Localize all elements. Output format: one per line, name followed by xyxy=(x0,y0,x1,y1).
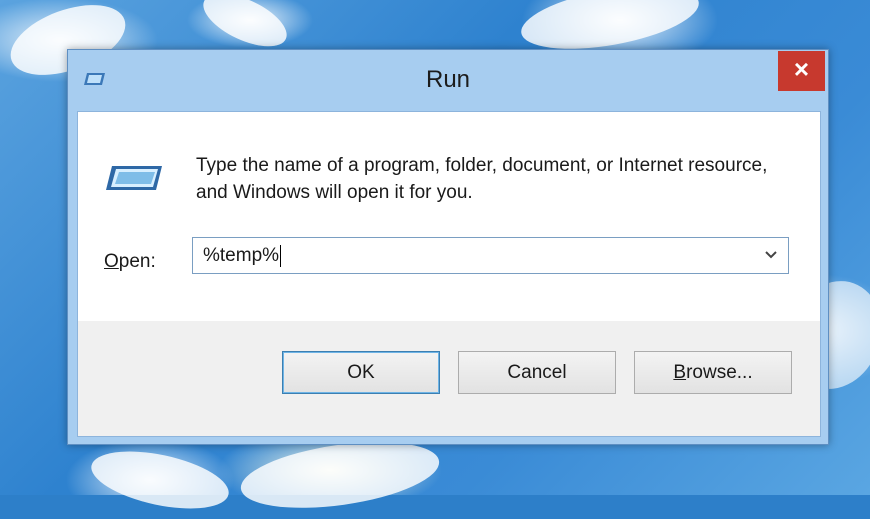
text-caret xyxy=(280,244,282,267)
chevron-down-icon[interactable] xyxy=(764,250,778,260)
open-label-mnemonic: O xyxy=(104,251,119,272)
dialog-client-area: Type the name of a program, folder, docu… xyxy=(77,111,821,437)
open-label: Open: xyxy=(104,251,156,273)
window-title: Run xyxy=(425,66,471,93)
browse-button[interactable]: Browse... xyxy=(634,351,792,394)
cancel-button[interactable]: Cancel xyxy=(458,351,616,394)
cancel-button-label: Cancel xyxy=(507,361,567,383)
close-button[interactable]: × xyxy=(778,51,825,91)
title-bar[interactable]: Run × xyxy=(68,50,828,110)
browse-button-label: rowse... xyxy=(686,361,753,383)
run-dialog-window: Run × Type the name of a program, folder… xyxy=(67,49,829,445)
open-label-text: pen: xyxy=(118,251,156,272)
browse-button-mnemonic: B xyxy=(673,361,687,383)
ok-button[interactable]: OK xyxy=(282,351,440,394)
close-icon: × xyxy=(793,53,810,84)
open-input-value: %temp% xyxy=(203,245,280,266)
dialog-prompt-text: Type the name of a program, folder, docu… xyxy=(196,155,768,203)
ok-button-label: OK xyxy=(347,361,375,383)
open-input[interactable]: %temp% xyxy=(203,238,743,273)
open-combobox[interactable]: %temp% xyxy=(192,237,789,274)
run-icon xyxy=(106,166,162,190)
wallpaper-petal xyxy=(86,440,234,519)
dialog-content: Type the name of a program, folder, docu… xyxy=(78,112,820,321)
